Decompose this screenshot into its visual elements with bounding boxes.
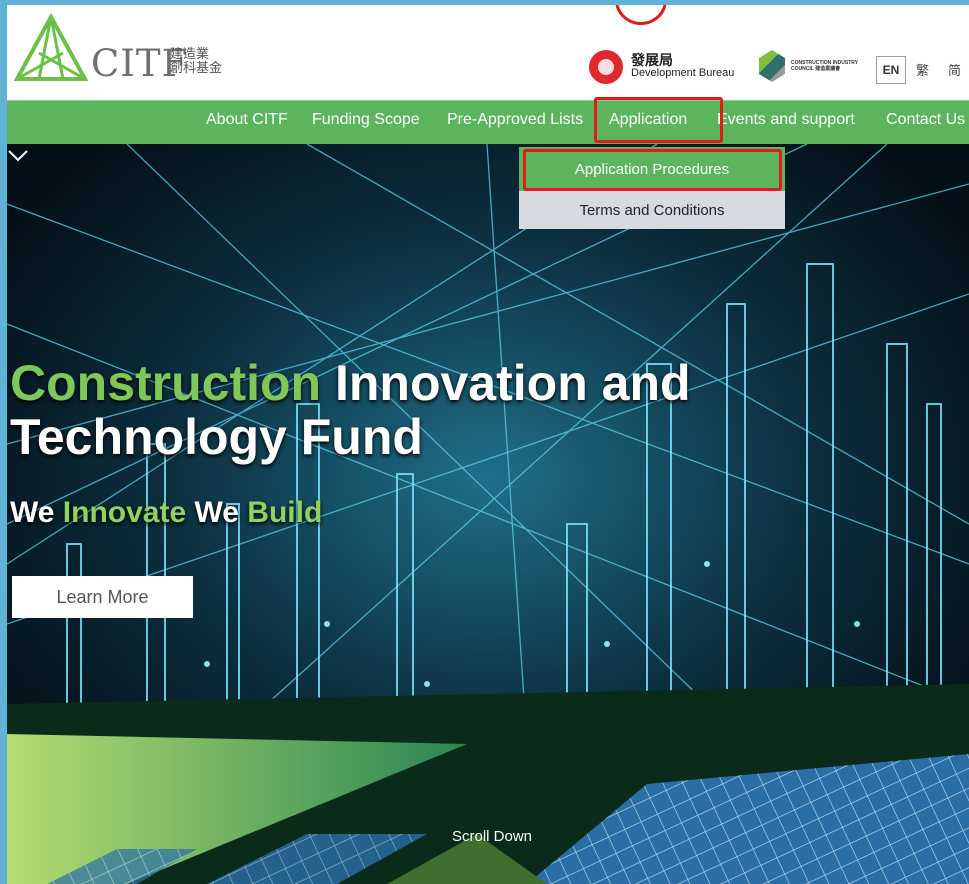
hero-title-green: Construction <box>10 355 322 411</box>
tag-we-2: We <box>186 496 248 529</box>
chevron-down-icon[interactable] <box>7 144 29 166</box>
hero-title-line2: Technology Fund <box>10 409 423 465</box>
logo-chinese-text: 建造業 創科基金 <box>170 47 222 75</box>
devb-english: Development Bureau <box>631 67 735 79</box>
tag-innovate: Innovate <box>62 496 187 529</box>
tag-build: Build <box>247 496 323 529</box>
hero-title-white: Innovation and <box>321 355 691 411</box>
cic-logo[interactable]: CONSTRUCTION INDUSTRY COUNCIL 建造業議會 <box>759 50 861 82</box>
main-nav: About CITF Funding Scope Pre-Approved Li… <box>7 100 969 145</box>
scroll-down-label[interactable]: Scroll Down <box>435 828 549 845</box>
procedures-highlight <box>523 149 782 191</box>
tag-we-1: We <box>10 496 63 529</box>
hero-banner: Construction Innovation and Technology F… <box>7 144 969 884</box>
hero-title: Construction Innovation and Technology F… <box>10 356 691 464</box>
logo-cn-line2: 創科基金 <box>170 60 223 75</box>
browser-page: CITF 建造業 創科基金 發展局 Development Bureau CON… <box>7 5 969 884</box>
hero-tagline: We Innovate We Build <box>10 496 322 530</box>
dropdown-terms-and-conditions[interactable]: Terms and Conditions <box>519 191 785 229</box>
citf-logo-icon[interactable] <box>13 13 89 83</box>
learn-more-button[interactable]: Learn More <box>12 576 193 618</box>
language-tc-button[interactable]: 繁 <box>916 60 929 79</box>
site-header: CITF 建造業 創科基金 發展局 Development Bureau CON… <box>7 5 969 100</box>
nav-item-funding-scope[interactable]: Funding Scope <box>312 111 420 129</box>
bauhinia-icon <box>589 50 623 84</box>
cic-emblem-icon <box>759 50 785 82</box>
devb-chinese: 發展局 <box>631 52 673 68</box>
nav-item-pre-approved[interactable]: Pre-Approved Lists <box>447 111 583 129</box>
devb-text: 發展局 Development Bureau <box>631 52 735 80</box>
cic-text: CONSTRUCTION INDUSTRY COUNCIL 建造業議會 <box>791 60 858 72</box>
language-en-button[interactable]: EN <box>876 56 906 84</box>
application-highlight <box>594 97 723 143</box>
nav-item-events[interactable]: Events and support <box>717 111 855 129</box>
language-sc-button[interactable]: 简 <box>948 60 961 79</box>
development-bureau-logo[interactable]: 發展局 Development Bureau <box>589 50 734 84</box>
nav-item-about[interactable]: About CITF <box>206 111 288 129</box>
nav-item-contact[interactable]: Contact Us <box>886 111 965 129</box>
logo-cn-line1: 建造業 <box>170 46 210 61</box>
